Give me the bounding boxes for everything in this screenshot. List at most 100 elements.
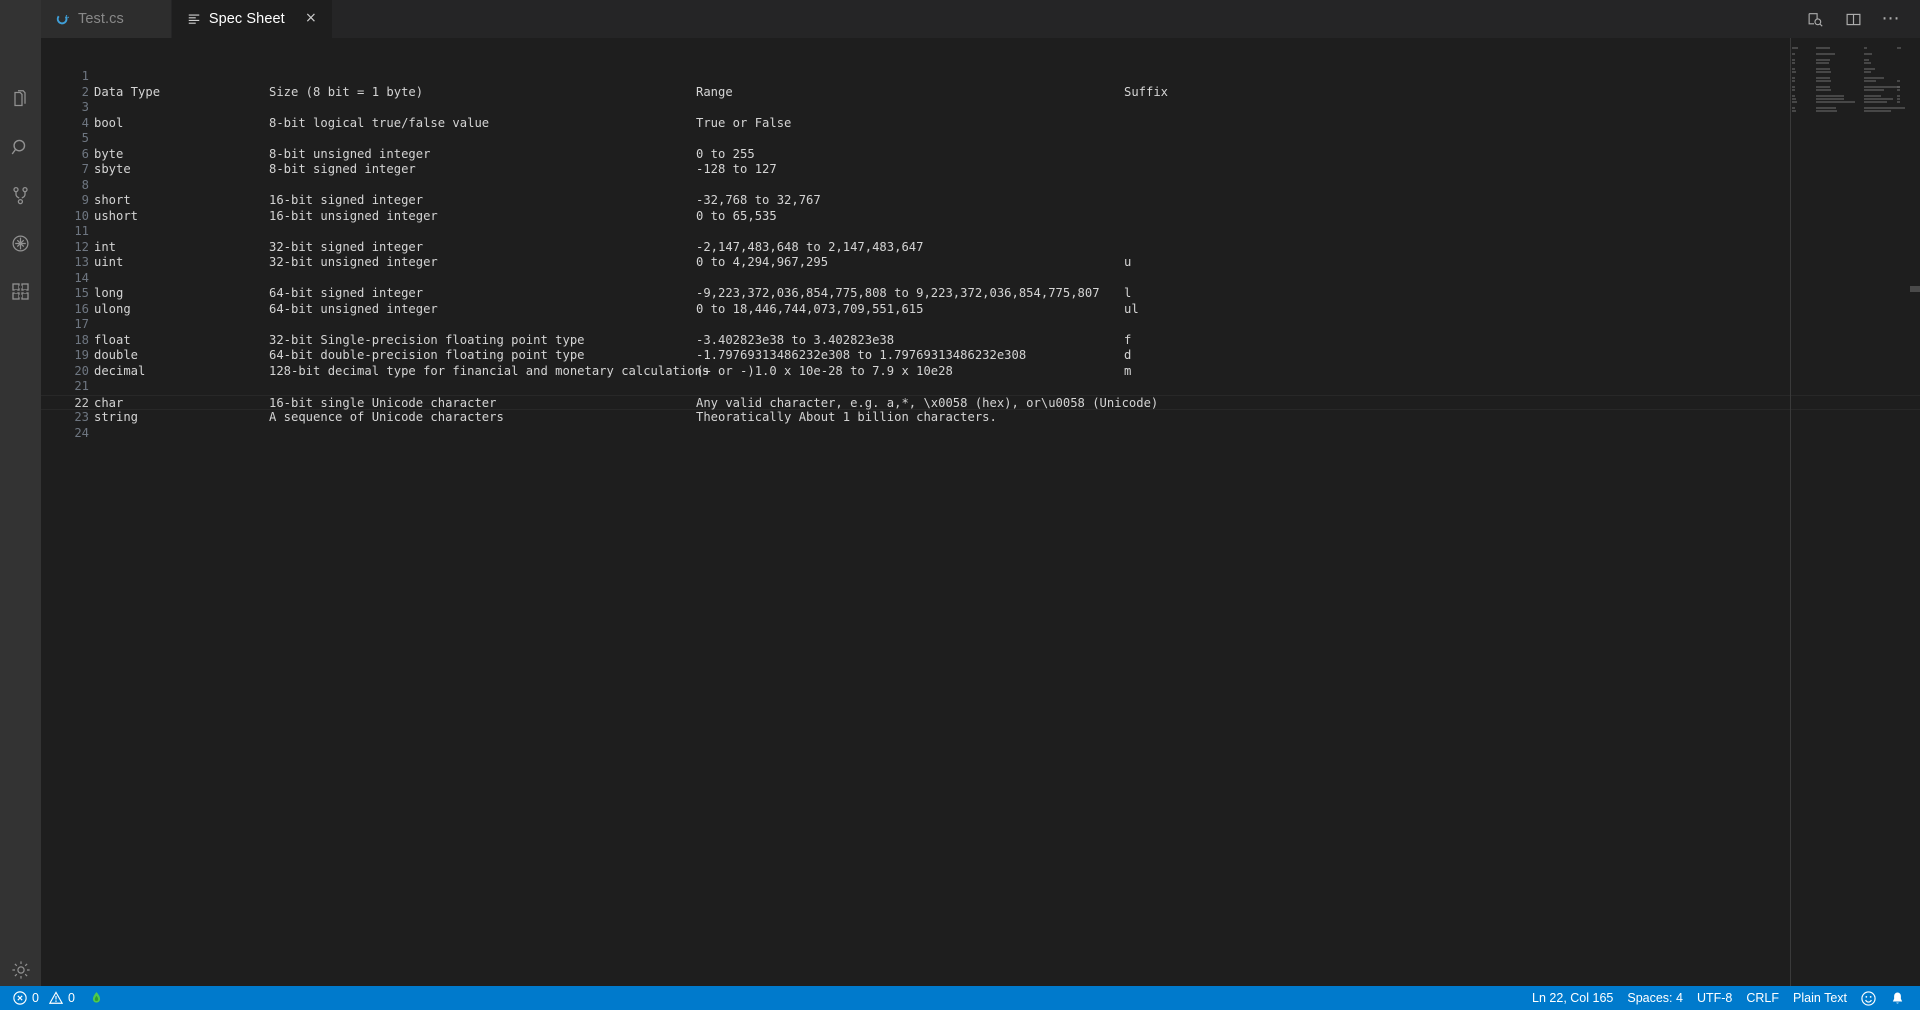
split-editor-icon[interactable] (1842, 8, 1864, 30)
line-number: 6 (81, 146, 89, 161)
line-number: 2 (81, 84, 89, 99)
code-line-current[interactable]: 22 char 16-bit single Unicode character Any… (41, 394, 1920, 410)
text-editor[interactable]: 1 2 Data Type Size (8 bit = 1 byte) Range Suf… (41, 38, 1920, 986)
vscode-window: Test.cs× Spec Sheet × ⋯ (0, 0, 1920, 1010)
code-line[interactable]: 15 long 64-bit signed integer -9,223,372,03… (41, 286, 1920, 302)
line-number: 16 (74, 301, 89, 316)
code-text-col3: -128 to 127 (696, 162, 777, 176)
line-number: 10 (74, 208, 89, 223)
activity-bar-item-extensions[interactable] (0, 268, 41, 316)
line-number: 5 (81, 131, 89, 145)
source-control-icon (12, 186, 28, 205)
activity-bar-item-source-control[interactable] (0, 172, 41, 220)
code-text-col2: 8-bit logical true/false value (269, 115, 490, 130)
code-text-col4: ul (1124, 301, 1139, 316)
code-text-col3: -3.402823e38 to 3.402823e38 (696, 332, 895, 347)
tabs-container: Test.cs× Spec Sheet × (41, 0, 333, 38)
code-text-col1: bool (94, 115, 124, 130)
line-number: 14 (74, 270, 89, 285)
code-line[interactable]: 13 uint 32-bit unsigned integer 0 to 4,294,… (41, 255, 1920, 271)
editor-tab-label: Spec Sheet (208, 11, 285, 27)
code-line[interactable]: 3 (41, 100, 1920, 116)
code-line[interactable]: 18 float 32-bit Single-precision floating … (41, 333, 1920, 349)
open-preview-icon[interactable] (1804, 8, 1826, 30)
code-text-col4: u (1124, 255, 1132, 269)
code-line[interactable]: 17 (41, 317, 1920, 333)
code-text-col1: Data Type (94, 84, 161, 99)
code-text-col2: 8-bit signed integer (269, 162, 416, 176)
editor-tab-test-cs[interactable]: Test.cs× (41, 0, 172, 38)
plaintext-file-icon (186, 11, 202, 27)
code-line[interactable]: 11 (41, 224, 1920, 240)
code-line[interactable]: 8 (41, 178, 1920, 194)
line-number: 9 (81, 193, 89, 207)
line-number: 21 (74, 379, 89, 393)
code-line[interactable]: 9 short 16-bit signed integer -32,768 to 32… (41, 193, 1920, 209)
code-line[interactable]: 23 string A sequence of Unicode characters… (41, 410, 1920, 426)
code-text-col2: A sequence of Unicode characters (269, 410, 504, 424)
activity-bar-item-run-and-debug[interactable] (0, 220, 41, 268)
code-text-col1: char (94, 395, 124, 410)
line-number: 17 (74, 317, 89, 331)
code-line[interactable]: 24 (41, 426, 1920, 442)
code-line[interactable]: 7 sbyte 8-bit signed integer -128 to 127 (41, 162, 1920, 178)
notifications-status[interactable] (1883, 986, 1912, 1010)
code-lines[interactable]: 1 2 Data Type Size (8 bit = 1 byte) Range Suf… (41, 38, 1920, 986)
tab-close-icon[interactable]: × (302, 10, 320, 28)
activity-bar-item-search[interactable] (0, 124, 41, 172)
code-line[interactable]: 21 (41, 379, 1920, 395)
vertical-scrollbar[interactable] (1910, 38, 1920, 986)
line-number: 4 (81, 115, 89, 130)
more-actions-icon[interactable]: ⋯ (1880, 8, 1902, 30)
code-line[interactable]: 2 Data Type Size (8 bit = 1 byte) Range Suff… (41, 85, 1920, 101)
code-text-col4: d (1124, 348, 1132, 362)
editor-tab-label: Test.cs (78, 11, 124, 27)
encoding-status[interactable]: UTF-8 (1690, 986, 1739, 1010)
error-icon (13, 991, 27, 1005)
code-text-col3: Range (696, 84, 733, 99)
indentation-status[interactable]: Spaces: 4 (1620, 986, 1690, 1010)
code-line[interactable]: 19 double 64-bit double-precision floating… (41, 348, 1920, 364)
code-line[interactable]: 1 (41, 69, 1920, 85)
problems-status[interactable]: 0 0 (6, 986, 82, 1010)
cursor-position-status[interactable]: Ln 22, Col 165 (1525, 986, 1620, 1010)
scrollbar-thumb[interactable] (1910, 286, 1920, 292)
code-line[interactable]: 4 bool 8-bit logical true/false value True … (41, 116, 1920, 132)
feedback-status[interactable] (1854, 986, 1883, 1010)
code-text-col2: Size (8 bit = 1 byte) (269, 84, 424, 99)
activity-bar (0, 38, 41, 1010)
code-line[interactable]: 5 (41, 131, 1920, 147)
bell-icon (1892, 992, 1903, 1004)
code-line[interactable]: 6 byte 8-bit unsigned integer 0 to 255 (41, 147, 1920, 163)
azure-status[interactable] (82, 986, 111, 1010)
status-bar-left: 0 0 (0, 986, 111, 1010)
run-and-debug-icon (11, 235, 29, 252)
line-number: 8 (81, 177, 89, 192)
code-text-col3: 0 to 18,446,744,073,709,551,615 (696, 301, 924, 316)
code-text-col1: ushort (94, 208, 139, 223)
code-text-col2: 64-bit signed integer (269, 286, 424, 300)
code-line[interactable]: 20 decimal 128-bit decimal type for financ… (41, 364, 1920, 380)
editor-tab-spec-sheet[interactable]: Spec Sheet × (171, 0, 333, 38)
editor-actions: ⋯ (1804, 0, 1920, 38)
language-mode-status[interactable]: Plain Text (1786, 986, 1854, 1010)
code-text-col1: uint (94, 255, 124, 269)
code-text-col2: 16-bit single Unicode character (269, 395, 497, 410)
code-text-col2: 64-bit double-precision floating point t… (269, 348, 585, 362)
editor-tab-bar: Test.cs× Spec Sheet × ⋯ (0, 0, 1920, 38)
code-text-col3: -1.79769313486232e308 to 1.7976931348623… (696, 348, 1027, 362)
tabbar-spacer (332, 0, 1804, 38)
code-text-col3: 0 to 65,535 (696, 208, 777, 223)
more-actions-glyph: ⋯ (1881, 8, 1901, 29)
error-count: 0 (32, 991, 39, 1005)
code-line[interactable]: 16 ulong 64-bit unsigned integer 0 to 18,44… (41, 302, 1920, 318)
eol-status[interactable]: CRLF (1739, 986, 1786, 1010)
code-line[interactable]: 10 ushort 16-bit unsigned integer 0 to 65,5… (41, 209, 1920, 225)
code-text-col3: 0 to 255 (696, 146, 755, 161)
code-text-col2: 32-bit unsigned integer (269, 255, 438, 269)
code-line[interactable]: 12 int 32-bit signed integer -2,147,483,648… (41, 240, 1920, 256)
code-line[interactable]: 14 (41, 271, 1920, 287)
activity-bar-item-explorer[interactable] (0, 76, 41, 124)
code-text-col2: 128-bit decimal type for financial and m… (269, 363, 710, 378)
code-text-col2: 32-bit Single-precision floating point t… (269, 332, 585, 347)
